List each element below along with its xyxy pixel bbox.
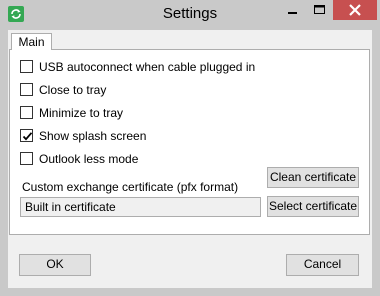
option-label: USB autoconnect when cable plugged in xyxy=(39,60,256,74)
checkbox[interactable] xyxy=(20,83,33,96)
minimize-icon xyxy=(288,12,297,14)
maximize-icon xyxy=(314,5,325,14)
certificate-field: Built in certificate xyxy=(20,197,261,217)
checkmark-icon xyxy=(22,132,33,141)
minimize-button[interactable] xyxy=(279,0,306,20)
close-button[interactable] xyxy=(333,0,377,20)
window-frame xyxy=(0,288,380,296)
option-label: Outlook less mode xyxy=(39,152,139,166)
window-frame xyxy=(0,30,8,296)
window-frame xyxy=(372,30,380,296)
tab-main[interactable]: Main xyxy=(11,33,52,50)
checkbox[interactable] xyxy=(20,106,33,119)
select-certificate-button[interactable]: Select certificate xyxy=(267,196,359,217)
option-label: Minimize to tray xyxy=(39,106,124,120)
title-bar[interactable]: Settings xyxy=(0,0,380,30)
maximize-button[interactable] xyxy=(306,0,333,20)
ok-button[interactable]: OK xyxy=(19,254,91,276)
checkbox[interactable] xyxy=(20,152,33,165)
option-label: Show splash screen xyxy=(39,129,147,143)
option-label: Close to tray xyxy=(39,83,107,97)
clean-certificate-button[interactable]: Clean certificate xyxy=(267,167,359,188)
certificate-label: Custom exchange certificate (pfx format) xyxy=(22,180,239,194)
checkbox[interactable] xyxy=(20,129,33,142)
checkbox[interactable] xyxy=(20,60,33,73)
settings-window: Settings Main USB autoconnect when cable… xyxy=(0,0,380,296)
cancel-button[interactable]: Cancel xyxy=(286,254,359,276)
close-icon xyxy=(349,4,361,16)
